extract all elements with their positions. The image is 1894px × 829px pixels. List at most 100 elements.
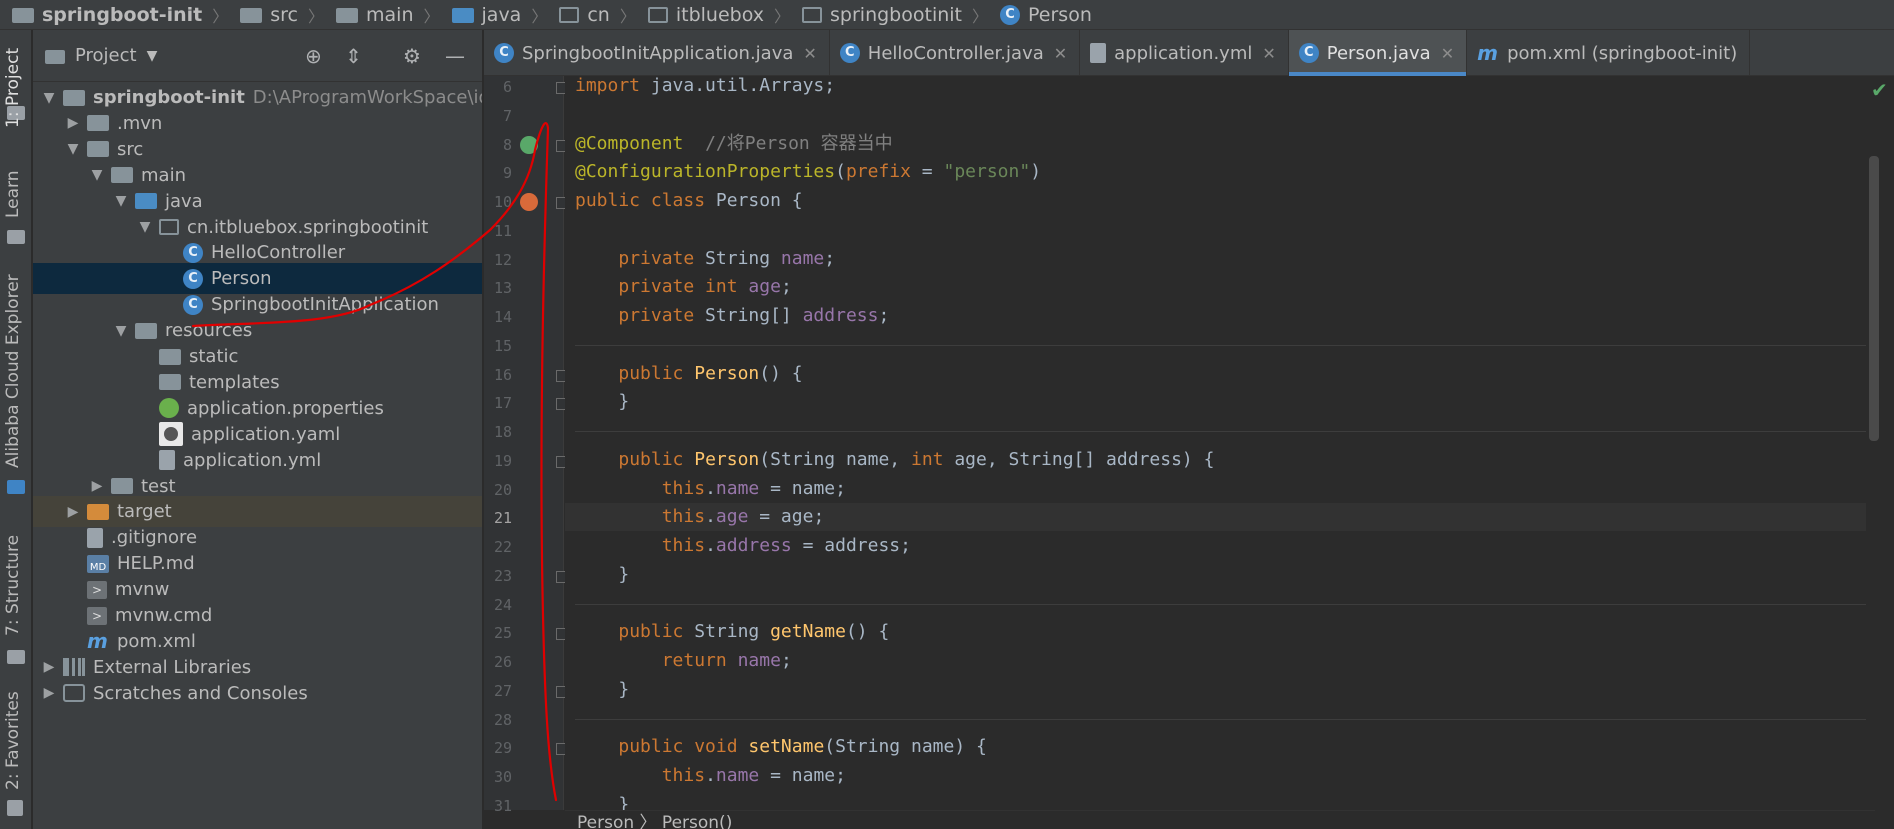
code-line[interactable]: @Component //将Person 容器当中 xyxy=(565,130,1875,158)
locate-icon[interactable]: ⊕ xyxy=(305,44,322,68)
breadcrumb-item[interactable]: itbluebox 〉 xyxy=(636,3,790,27)
close-icon[interactable]: ✕ xyxy=(1262,44,1275,63)
code-line[interactable]: } xyxy=(565,561,1875,589)
code-line[interactable]: private int age; xyxy=(565,273,1875,301)
editor-tab[interactable]: C HelloController.java ✕ xyxy=(830,30,1081,76)
code-line[interactable]: import java.util.Arrays; xyxy=(565,76,1875,100)
breadcrumb-item[interactable]: src 〉 xyxy=(228,3,324,27)
editor-scrollbar[interactable] xyxy=(1869,156,1879,441)
code-editor[interactable]: import java.util.Arrays; @Component //将Pe… xyxy=(565,76,1875,810)
code-line[interactable]: } xyxy=(565,388,1875,416)
line-number: 25 xyxy=(493,624,512,643)
tree-item-label: mvnw xyxy=(115,579,170,601)
editor-tab[interactable]: m pom.xml (springboot-init) xyxy=(1467,30,1751,76)
excluded-folder-icon xyxy=(87,503,109,520)
no-problems-check-icon[interactable]: ✔ xyxy=(1871,78,1888,102)
code-line[interactable]: private String name; xyxy=(565,245,1875,273)
project-panel-title[interactable]: Project xyxy=(75,45,137,66)
folder-icon xyxy=(240,8,263,23)
expand-down-icon[interactable]: ▼ xyxy=(65,141,81,157)
project-tool-tab[interactable]: 1: Project xyxy=(3,48,23,128)
method-separator xyxy=(575,344,1875,346)
line-number: 7 xyxy=(502,106,512,125)
structure-tool-tab[interactable]: 7: Structure xyxy=(3,535,23,636)
learn-tool-tab[interactable]: Learn xyxy=(3,170,23,218)
close-icon[interactable]: ✕ xyxy=(803,44,816,63)
source-folder-icon xyxy=(451,8,474,23)
collapse-all-icon[interactable]: ⇕ xyxy=(345,44,362,68)
breadcrumb-item[interactable]: cn 〉 xyxy=(547,3,636,27)
alibaba-cloud-icon[interactable] xyxy=(7,480,25,494)
expand-right-icon[interactable]: ▶ xyxy=(89,478,105,494)
code-line[interactable]: } xyxy=(565,791,1875,810)
hide-icon[interactable]: — xyxy=(445,44,465,68)
expand-right-icon[interactable]: ▶ xyxy=(41,659,57,675)
code-line[interactable]: this.name = name; xyxy=(565,475,1875,503)
code-line[interactable]: this.name = name; xyxy=(565,762,1875,790)
code-line[interactable]: return name; xyxy=(565,647,1875,675)
structure-tool-icon[interactable] xyxy=(7,650,25,664)
learn-tool-icon[interactable] xyxy=(7,230,25,244)
code-line[interactable]: public String getName() { xyxy=(565,618,1875,646)
breadcrumb-item[interactable]: main 〉 xyxy=(324,3,440,27)
expand-right-icon[interactable]: ▶ xyxy=(65,504,81,520)
file-icon xyxy=(87,527,103,548)
breadcrumb-item[interactable]: java 〉 xyxy=(440,3,547,27)
expand-down-icon[interactable]: ▼ xyxy=(41,90,57,106)
folder-icon xyxy=(87,115,109,132)
code-line[interactable]: public Person(String name, int age, Stri… xyxy=(565,446,1875,474)
tree-item-label: resources xyxy=(165,320,253,342)
tree-item[interactable]: ▶ Scratches and Consoles xyxy=(33,678,482,709)
editor-tab[interactable]: C Person.java ✕ xyxy=(1288,30,1468,76)
code-line[interactable]: this.age = age; xyxy=(565,503,1875,532)
code-line[interactable]: public void setName(String name) { xyxy=(565,733,1875,761)
navigation-breadcrumb: springboot-init 〉 src 〉 main 〉 java 〉 cn 〉 itblueb… xyxy=(0,0,1894,30)
tree-item-label: .gitignore xyxy=(111,527,198,549)
star-icon[interactable] xyxy=(7,800,23,816)
tab-label: application.yml xyxy=(1114,42,1253,64)
tree-item-label: java xyxy=(165,190,203,212)
code-line[interactable]: this.address = address; xyxy=(565,532,1875,560)
code-line[interactable] xyxy=(565,101,1875,129)
spring-bean-icon[interactable] xyxy=(520,135,538,154)
breadcrumb-item[interactable]: springbootinit 〉 xyxy=(790,3,988,27)
folder-icon xyxy=(159,374,181,391)
close-icon[interactable]: ✕ xyxy=(1441,44,1454,63)
chevron-right-icon: 〉 xyxy=(308,6,325,26)
module-icon xyxy=(63,89,85,106)
favorites-tool-tab[interactable]: 2: Favorites xyxy=(3,691,23,790)
code-line[interactable]: public class Person { xyxy=(565,187,1875,215)
expand-down-icon[interactable]: ▼ xyxy=(113,323,129,339)
expand-down-icon[interactable]: ▼ xyxy=(89,167,105,183)
source-folder-icon xyxy=(135,193,157,210)
gear-icon[interactable]: ⚙ xyxy=(403,44,421,68)
spring-boot-run-icon[interactable] xyxy=(520,193,538,211)
error-stripe: ✔ xyxy=(1866,76,1894,810)
tree-item-label: cn.itbluebox.springbootinit xyxy=(187,216,429,238)
code-line[interactable]: } xyxy=(565,676,1875,704)
code-line[interactable]: public Person() { xyxy=(565,360,1875,388)
breadcrumb-item[interactable]: springboot-init 〉 xyxy=(0,3,228,27)
expand-down-icon[interactable]: ▼ xyxy=(137,219,153,235)
code-line[interactable] xyxy=(565,216,1875,244)
code-line[interactable]: private String[] address; xyxy=(565,302,1875,330)
chevron-down-icon[interactable]: ▼ xyxy=(147,48,158,64)
code-line[interactable]: @ConfigurationProperties(prefix = "perso… xyxy=(565,158,1875,186)
expand-right-icon[interactable]: ▶ xyxy=(65,115,81,131)
expand-right-icon[interactable]: ▶ xyxy=(41,685,57,701)
close-icon[interactable]: ✕ xyxy=(1054,44,1067,63)
expand-down-icon[interactable]: ▼ xyxy=(113,193,129,209)
editor-tab[interactable]: application.yml ✕ xyxy=(1080,30,1289,76)
tree-item-label: SpringbootInitApplication xyxy=(211,294,439,316)
tree-item-label: .mvn xyxy=(117,112,163,134)
yaml-logo-icon xyxy=(159,422,183,447)
breadcrumb-label: src xyxy=(270,3,298,26)
editor-breadcrumb[interactable]: Person 〉 Person() xyxy=(565,810,1875,829)
tree-item-label: main xyxy=(141,164,186,186)
chevron-right-icon: 〉 xyxy=(774,6,791,26)
alibaba-cloud-tool-tab[interactable]: Alibaba Cloud Explorer xyxy=(3,274,23,468)
breadcrumb-item[interactable]: C Person xyxy=(988,4,1092,26)
editor-tab[interactable]: C SpringbootInitApplication.java ✕ xyxy=(484,30,830,76)
chevron-right-icon: 〉 xyxy=(619,6,636,26)
tree-item-path: D:\AProgramWorkSpace\idea\s xyxy=(252,87,482,108)
